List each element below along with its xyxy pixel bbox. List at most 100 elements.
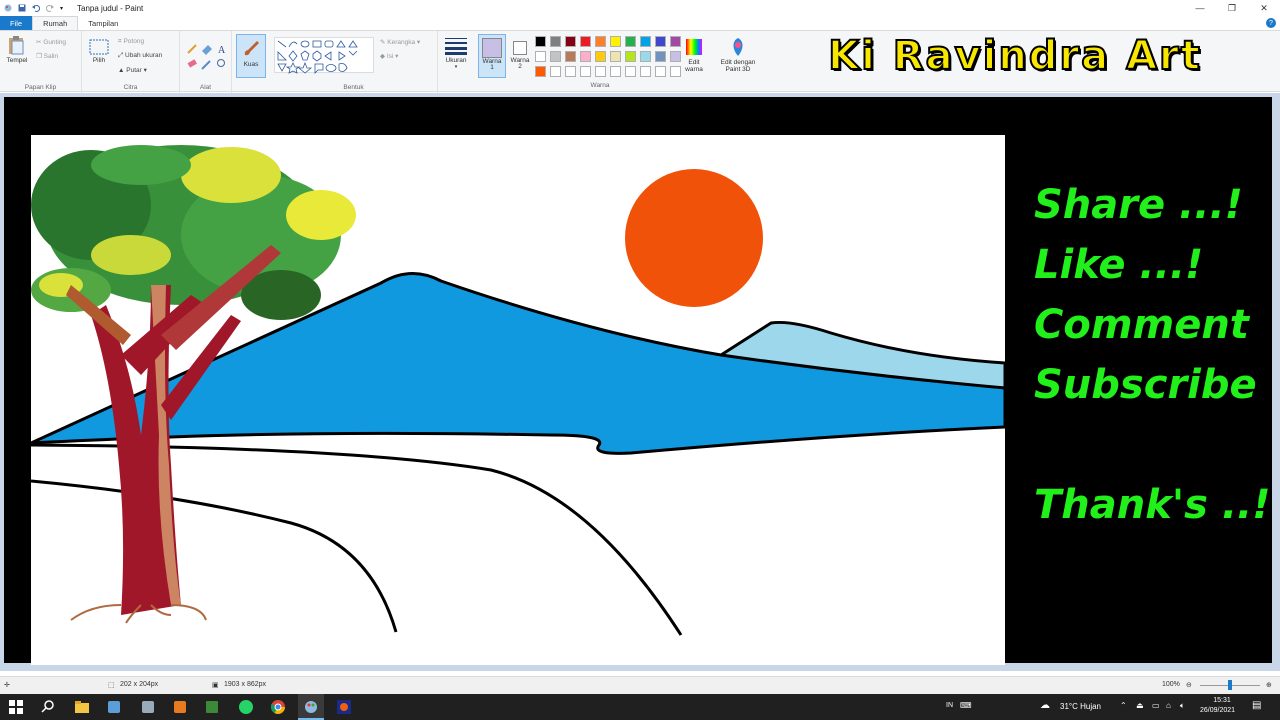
drawing-canvas[interactable] xyxy=(31,135,1005,665)
palette-swatch[interactable] xyxy=(655,36,666,47)
palette-swatch[interactable] xyxy=(640,66,651,77)
image-group: Pilih ⌗ Potong ⤢ Ubah ukuran ▲ Putar ▾ C… xyxy=(82,31,180,93)
app-icon-2[interactable] xyxy=(140,699,156,715)
palette-swatch[interactable] xyxy=(580,66,591,77)
rotate-button[interactable]: ▲ Putar ▾ xyxy=(118,66,147,74)
customize-qa-icon[interactable]: ▾ xyxy=(60,5,63,12)
palette-swatch[interactable] xyxy=(565,66,576,77)
zoom-out-button[interactable]: ⊖ xyxy=(1186,681,1192,689)
palette-swatch[interactable] xyxy=(595,51,606,62)
zoom-in-button[interactable]: ⊕ xyxy=(1266,681,1272,689)
undo-icon[interactable] xyxy=(32,4,40,12)
whatsapp-icon[interactable] xyxy=(238,699,254,715)
paint3d-label2: Paint 3D xyxy=(725,66,751,73)
app-icon-5[interactable] xyxy=(336,699,352,715)
usb-icon[interactable]: ⏏ xyxy=(1136,701,1144,710)
overlay-like: Like ...! xyxy=(1034,242,1204,288)
copy-button[interactable]: ❐ Salin xyxy=(36,52,58,60)
eraser-icon xyxy=(187,59,197,68)
clock-date[interactable]: 26/09/2021 xyxy=(1200,707,1235,714)
palette-swatch[interactable] xyxy=(610,66,621,77)
palette-swatch[interactable] xyxy=(565,51,576,62)
app-icon-4[interactable] xyxy=(204,699,220,715)
edit-paint3d-button[interactable]: Edit dengan Paint 3D xyxy=(714,37,762,73)
palette-swatch[interactable] xyxy=(595,36,606,47)
minimize-button[interactable]: — xyxy=(1184,0,1216,16)
color2-swatch xyxy=(513,41,527,55)
overlay-thanks: Thank's ..! xyxy=(1034,482,1271,528)
paint3d-icon xyxy=(733,38,743,56)
palette-swatch[interactable] xyxy=(550,51,561,62)
outline-dropdown[interactable]: ✎ Kerangka ▾ xyxy=(380,38,420,46)
overlay-comment: Comment xyxy=(1034,302,1249,348)
palette-swatch[interactable] xyxy=(535,66,546,77)
maximize-button[interactable]: ❐ xyxy=(1216,0,1248,16)
color2-button[interactable]: Warna 2 xyxy=(508,34,532,78)
palette-swatch[interactable] xyxy=(610,36,621,47)
rotate-label: Putar xyxy=(126,67,142,74)
cut-label: Gunting xyxy=(43,39,67,46)
brushes-button[interactable]: Kuas xyxy=(236,34,266,78)
palette-swatch[interactable] xyxy=(625,51,636,62)
volume-icon[interactable]: 🔈︎ xyxy=(1180,701,1185,711)
edit-colors-button[interactable]: Edit warna xyxy=(680,37,708,73)
crop-button[interactable]: ⌗ Potong xyxy=(118,38,144,46)
tab-file[interactable]: File xyxy=(0,16,33,30)
cut-button[interactable]: ✂ Gunting xyxy=(36,38,66,46)
palette-swatch[interactable] xyxy=(640,36,651,47)
clock-time[interactable]: 15:31 xyxy=(1212,697,1232,704)
show-hidden-icons[interactable]: ⌃ xyxy=(1120,701,1127,710)
fill-dropdown[interactable]: ◆ Isi ▾ xyxy=(380,52,398,60)
palette-swatch[interactable] xyxy=(610,51,621,62)
weather-text[interactable]: 31°C Hujan xyxy=(1060,702,1101,711)
keyboard-icon[interactable]: ⌨ xyxy=(960,701,972,710)
overlay-share: Share ...! xyxy=(1034,182,1243,228)
save-icon[interactable] xyxy=(18,4,26,12)
pencil-icon xyxy=(187,44,197,54)
zoom-slider-thumb[interactable] xyxy=(1228,680,1232,690)
app-icon-3[interactable] xyxy=(172,699,188,715)
color1-button[interactable]: Warna 1 xyxy=(478,34,506,78)
file-explorer-icon[interactable] xyxy=(74,699,90,715)
tab-home[interactable]: Rumah xyxy=(32,16,79,30)
crop-label: Potong xyxy=(123,38,145,45)
palette-swatch[interactable] xyxy=(625,36,636,47)
weather-icon[interactable]: ☁ xyxy=(1040,700,1050,711)
app-icon-1[interactable] xyxy=(106,699,122,715)
chrome-icon[interactable] xyxy=(270,699,286,715)
help-icon[interactable]: ? xyxy=(1266,18,1276,28)
notifications-icon[interactable]: ▤ xyxy=(1252,700,1261,711)
canvas-size-icon: ▣ xyxy=(212,682,219,689)
palette-swatch[interactable] xyxy=(580,51,591,62)
ribbon: Tempel ✂ Gunting ❐ Salin Papan Klip Pili… xyxy=(0,30,1280,93)
tab-view[interactable]: Tampilan xyxy=(78,16,128,30)
fill-label: Isi xyxy=(386,53,394,60)
shapes-gallery[interactable] xyxy=(274,37,374,74)
copy-label: Salin xyxy=(43,53,59,60)
line-size-icon xyxy=(445,38,467,55)
palette-swatch[interactable] xyxy=(640,51,651,62)
search-icon[interactable] xyxy=(40,699,56,715)
palette-swatch[interactable] xyxy=(655,51,666,62)
paint-taskbar-active[interactable] xyxy=(298,694,324,720)
redo-icon[interactable] xyxy=(46,4,54,12)
windows-start-icon[interactable] xyxy=(8,699,24,715)
palette-swatch[interactable] xyxy=(535,51,546,62)
paste-button[interactable]: Tempel xyxy=(4,35,30,64)
palette-swatch[interactable] xyxy=(625,66,636,77)
palette-swatch[interactable] xyxy=(655,66,666,77)
select-button[interactable]: Pilih xyxy=(88,39,110,64)
language-indicator[interactable]: IN xyxy=(946,702,953,709)
palette-swatch[interactable] xyxy=(550,36,561,47)
display-icon[interactable]: ▭ xyxy=(1152,701,1160,710)
close-button[interactable]: ✕ xyxy=(1248,0,1280,16)
palette-swatch[interactable] xyxy=(535,36,546,47)
palette-swatch[interactable] xyxy=(595,66,606,77)
palette-swatch[interactable] xyxy=(565,36,576,47)
resize-button[interactable]: ⤢ Ubah ukuran xyxy=(118,52,162,60)
palette-swatch[interactable] xyxy=(580,36,591,47)
network-icon[interactable]: ⌂ xyxy=(1166,701,1171,710)
size-button[interactable]: Ukuran ▾ xyxy=(442,37,470,70)
palette-swatch[interactable] xyxy=(550,66,561,77)
overlay-spacer xyxy=(1034,415,1270,475)
